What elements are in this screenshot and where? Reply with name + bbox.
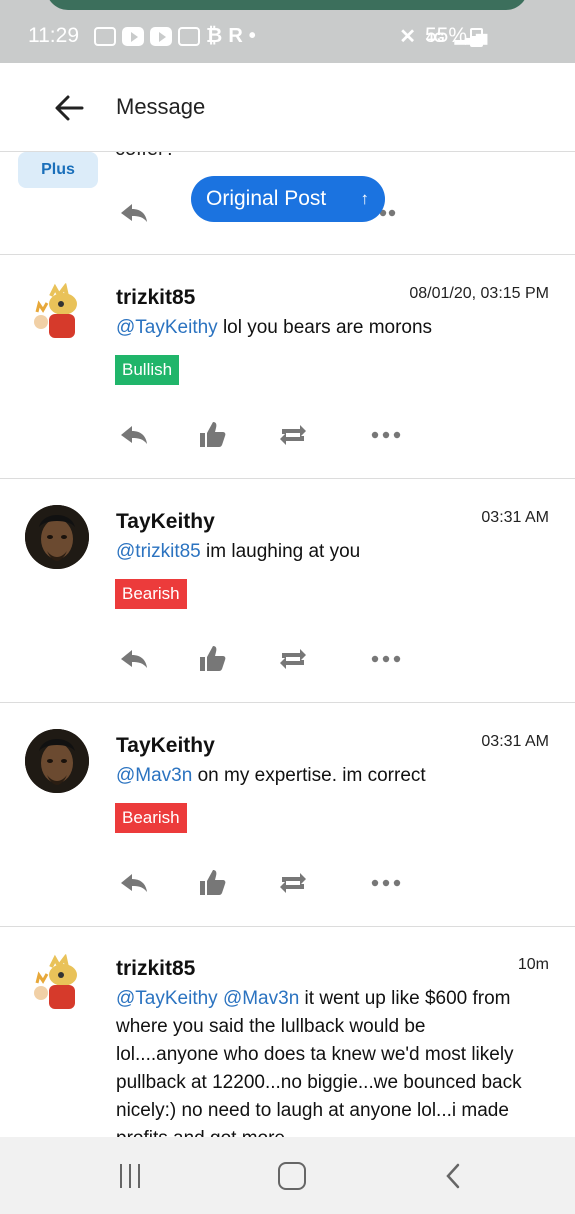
mention-link[interactable]: @TayKeithy [116,317,218,338]
post-actions [0,418,575,452]
partial-post-text: coffer? [115,152,176,161]
original-post-button[interactable]: Original Post ↑ [191,176,385,222]
post-body: im laughing at you [206,541,361,562]
sentiment-badge: Bearish [115,803,187,833]
post-actions [0,642,575,676]
recents-icon[interactable] [112,1159,148,1193]
status-time: 11:29 [28,24,79,47]
mute-icon: ✕ [399,26,416,48]
post-time: 03:31 AM [481,509,549,526]
original-post-label: Original Post [206,187,327,210]
mention-link[interactable]: @Mav3n [116,765,192,786]
like-icon[interactable] [195,418,229,452]
home-icon[interactable] [274,1159,310,1193]
post-text: @TayKeithy @Mav3n it went up like $600 f… [116,985,526,1137]
message-post: TayKeithy 03:31 AM @Mav3n on my expertis… [0,703,575,927]
avatar[interactable] [25,282,89,346]
system-nav-bar [0,1137,575,1214]
plus-badge: Plus [18,152,98,188]
sentiment-badge: Bullish [115,355,180,385]
reply-icon[interactable] [117,418,151,452]
reshare-icon[interactable] [276,642,310,676]
more-icon[interactable] [369,418,403,452]
message-post: TayKeithy 03:31 AM @trizkit85 im laughin… [0,479,575,703]
username[interactable]: trizkit85 [116,957,195,981]
post-time: 03:31 AM [481,733,549,750]
mention-link[interactable]: @TayKeithy @Mav3n [116,988,299,1009]
back-arrow-icon[interactable] [52,91,86,125]
reshare-icon[interactable] [276,418,310,452]
avatar[interactable] [25,729,89,793]
post-time: 08/01/20, 03:15 PM [409,285,549,302]
reply-icon[interactable] [117,642,151,676]
post-text: @Mav3n on my expertise. im correct [116,762,516,790]
youtube-icon [150,27,172,46]
post-actions [0,866,575,900]
post-text: @trizkit85 im laughing at you [116,538,516,566]
dot-icon: • [248,25,256,47]
message-post: trizkit85 08/01/20, 03:15 PM @TayKeithy … [0,255,575,479]
back-nav-icon[interactable] [436,1159,472,1193]
mention-link[interactable]: @trizkit85 [116,541,201,562]
page-title: Message [116,94,206,119]
bitcoin-icon: ₿ [206,25,223,47]
post-body: it went up like $600 from where you said… [116,988,522,1137]
username[interactable]: TayKeithy [116,734,215,758]
more-icon[interactable] [369,866,403,900]
reshare-icon[interactable] [276,866,310,900]
more-icon[interactable] [369,642,403,676]
post-body: lol you bears are morons [222,317,433,338]
like-icon[interactable] [195,642,229,676]
message-icon [94,27,116,46]
app-bar: Message [0,63,575,152]
post-body: on my expertise. im correct [197,765,426,786]
message-post: trizkit85 10m @TayKeithy @Mav3n it went … [0,927,575,1137]
robinhood-icon: R [228,25,243,47]
username[interactable]: TayKeithy [116,510,215,534]
post-text: @TayKeithy lol you bears are morons [116,314,516,342]
notification-icons: ₿ R • [94,25,256,48]
battery-icon [470,28,483,47]
avatar[interactable] [25,505,89,569]
avatar[interactable] [25,953,89,1017]
username[interactable]: trizkit85 [116,286,195,310]
youtube-icon [122,27,144,46]
reply-icon[interactable] [117,866,151,900]
sentiment-badge: Bearish [115,579,187,609]
status-bar: 11:29 ₿ R • ✕ 4G ▂▃▅ 55% [0,0,575,63]
post-time: 10m [517,956,549,973]
battery-percent: 55% [425,24,468,47]
status-pill [46,0,528,10]
arrow-up-icon: ↑ [360,189,370,208]
message-icon [178,27,200,46]
reply-icon[interactable] [117,196,151,230]
like-icon[interactable] [195,866,229,900]
